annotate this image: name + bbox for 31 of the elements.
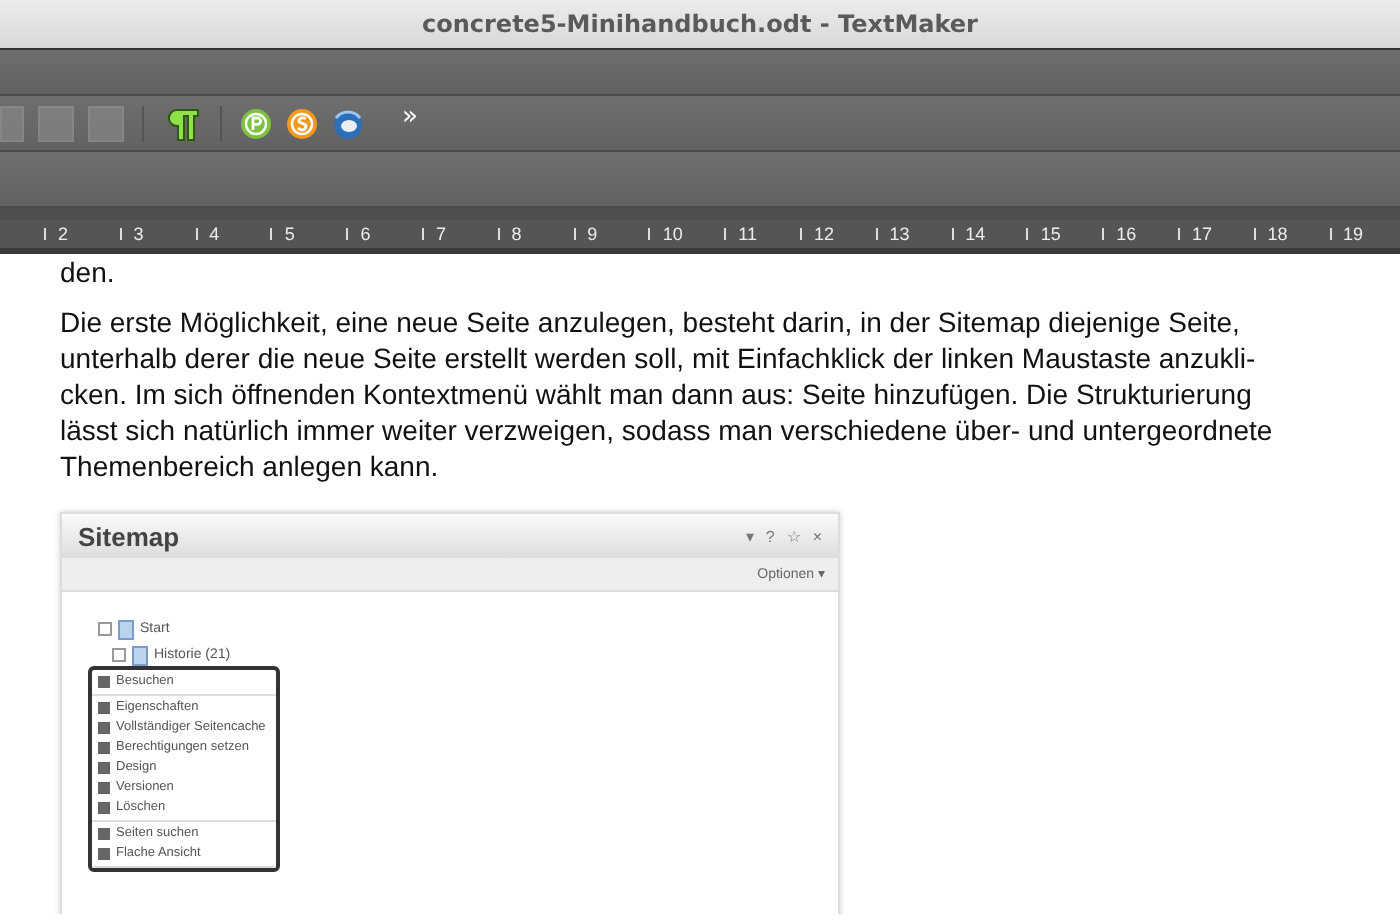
ruler-number: 11 — [738, 224, 758, 244]
ruler-number: 13 — [889, 224, 910, 244]
ruler-number: 10 — [662, 224, 683, 244]
ruler-number: 5 — [284, 224, 295, 244]
ruler-number: 6 — [360, 224, 371, 244]
ruler-number: 15 — [1040, 224, 1061, 244]
ruler-number: 2 — [58, 224, 69, 244]
header-control[interactable]: × — [812, 527, 822, 545]
s-circle-icon[interactable] — [286, 107, 318, 139]
p-circle-icon[interactable] — [240, 107, 272, 139]
ruler-number: 9 — [587, 224, 598, 244]
header-control[interactable]: ☆ — [786, 527, 801, 545]
ruler-number: 7 — [435, 224, 446, 244]
document-text: den. — [60, 256, 117, 288]
ruler-number: 17 — [1191, 224, 1212, 244]
panel-title: Sitemap — [78, 521, 180, 551]
window-title: concrete5-Minihandbuch.odt - TextMaker — [422, 10, 978, 38]
more-tools-button[interactable]: » — [394, 102, 426, 132]
ruler-number: 14 — [965, 224, 986, 244]
header-control[interactable]: ? — [765, 527, 775, 545]
ruler-number: 8 — [511, 224, 522, 244]
menu-item-icon — [98, 676, 110, 688]
header-control[interactable]: ▾ — [745, 527, 754, 545]
ruler-number: 4 — [209, 224, 220, 244]
paragraph: Die erste Möglichkeit, eine neue Seite anzulegen, besteht darin, in der Sitemap diejenige Seite, unterhalb derer die neue Seite erstellt werden soll, mit Einfachklick der linken Maustaste anzukli- cken. Im sich öffnenden Kontextmenü wählt man dann aus: Seite hinzufügen. Die Strukturierung lässt sich natürlich immer weiter verzweigen, sodass man verschiedene über- und untergeordnete Themenbereich anlegen kann. — [60, 304, 1275, 484]
ruler-number: 3 — [133, 224, 144, 244]
ruler-number: 18 — [1267, 224, 1288, 244]
pilcrow-icon[interactable] — [162, 105, 202, 141]
ruler-number: 16 — [1116, 224, 1137, 244]
ruler-number: 19 — [1343, 224, 1364, 244]
ruler-number: 12 — [813, 224, 834, 244]
